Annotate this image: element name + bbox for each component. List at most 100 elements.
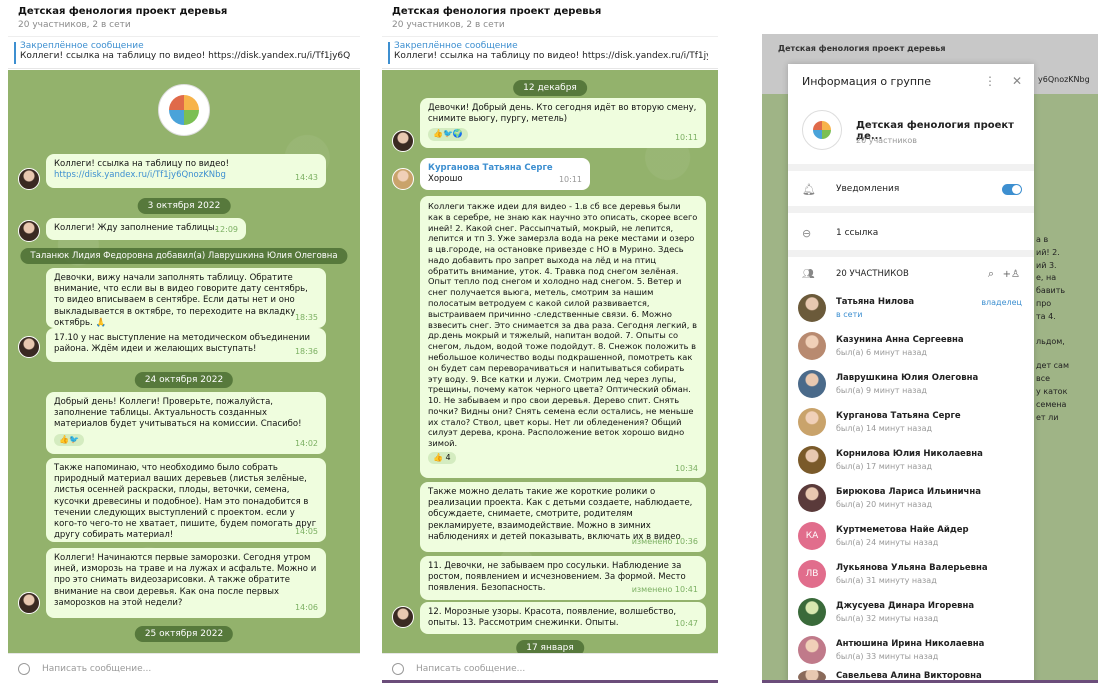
group-avatar[interactable] bbox=[802, 110, 842, 150]
notifications-toggle[interactable] bbox=[1002, 183, 1022, 195]
notifications-row[interactable]: 🔔︎ Уведомления bbox=[788, 176, 1034, 202]
reaction[interactable]: 👍🐦 bbox=[54, 433, 84, 447]
pinned-message[interactable]: Закреплённое сообщение Коллеги! ссылка н… bbox=[8, 37, 360, 69]
group-photo[interactable] bbox=[158, 84, 210, 136]
avatar[interactable] bbox=[18, 336, 40, 358]
bell-icon: 🔔︎ bbox=[802, 182, 816, 196]
reaction[interactable]: 👍🐦🌍 bbox=[428, 128, 468, 141]
member-name: Антюшина Ирина Николаевна bbox=[836, 639, 985, 649]
avatar[interactable] bbox=[18, 592, 40, 614]
member-row[interactable]: Антюшина Ирина Николаевна был(а) 33 мину… bbox=[798, 632, 1026, 670]
date-separator: 17 января bbox=[516, 640, 584, 653]
member-row[interactable]: Бирюкова Лариса Ильинична был(а) 20 мину… bbox=[798, 480, 1026, 518]
message[interactable]: Коллеги! Жду заполнение таблицы. 12:09 bbox=[46, 218, 246, 240]
avatar[interactable] bbox=[392, 168, 414, 190]
chat-header[interactable]: Детская фенология проект деревья 20 учас… bbox=[8, 0, 360, 37]
avatar bbox=[798, 332, 826, 360]
pinned-message[interactable]: Закреплённое сообщение Коллеги! ссылка н… bbox=[382, 37, 718, 69]
avatar[interactable] bbox=[18, 168, 40, 190]
message-time: 14:06 bbox=[294, 603, 318, 613]
avatar[interactable] bbox=[392, 606, 414, 628]
message-link[interactable]: https://disk.yandex.ru/i/Tf1jy6QnozKNbg bbox=[54, 170, 318, 181]
close-icon[interactable]: ✕ bbox=[1012, 74, 1022, 88]
input-placeholder: Написать сообщение... bbox=[42, 663, 152, 674]
member-row[interactable]: Казунина Анна Сергеевна был(а) 6 минут н… bbox=[798, 328, 1026, 366]
sender-name[interactable]: Курганова Татьяна Серге bbox=[428, 163, 582, 174]
links-row[interactable]: ⊖ 1 ссылка bbox=[788, 220, 1034, 246]
member-status: был(а) 20 минут назад bbox=[836, 500, 932, 509]
pinned-text: Коллеги! ссылка на таблицу по видео! htt… bbox=[394, 51, 708, 61]
input-placeholder: Написать сообщение... bbox=[416, 663, 526, 674]
modal-title: Информация о группе bbox=[802, 74, 931, 88]
message[interactable]: Коллеги! Начинаются первые заморозки. Се… bbox=[46, 548, 326, 618]
message-list[interactable]: 12 декабря Девочки! Добрый день. Кто сег… bbox=[382, 70, 718, 653]
message[interactable]: Коллеги! ссылка на таблицу по видео! htt… bbox=[46, 154, 326, 188]
chat-title: Детская фенология проект деревья bbox=[18, 6, 228, 17]
message-input[interactable]: Написать сообщение... bbox=[382, 653, 718, 683]
chat-window-2: Детская фенология проект деревья 20 учас… bbox=[382, 0, 718, 683]
reaction[interactable]: 👍 4 bbox=[428, 451, 456, 465]
dimmed-text: семена bbox=[1036, 399, 1067, 409]
member-row[interactable]: ЛВ Лукьянова Ульяна Валерьевна был(а) 31… bbox=[798, 556, 1026, 594]
member-status: был(а) 9 минут назад bbox=[836, 386, 927, 395]
avatar[interactable] bbox=[18, 220, 40, 242]
member-row[interactable]: Курганова Татьяна Серге был(а) 14 минут … bbox=[798, 404, 1026, 442]
avatar bbox=[798, 446, 826, 474]
message-text: Коллеги! Начинаются первые заморозки. Се… bbox=[54, 553, 317, 608]
add-member-icon[interactable]: +♙ bbox=[1003, 269, 1020, 280]
message[interactable]: 12. Морозные узоры. Красота, появление, … bbox=[420, 602, 706, 634]
member-status: был(а) 6 минут назад bbox=[836, 348, 927, 357]
notifications-label: Уведомления bbox=[836, 184, 900, 194]
avatar bbox=[798, 636, 826, 664]
member-row[interactable]: КА Куртмеметова Найе Айдер был(а) 24 мин… bbox=[798, 518, 1026, 556]
message[interactable]: 11. Девочки, не забываем про сосульки. Н… bbox=[420, 556, 706, 600]
avatar[interactable] bbox=[392, 130, 414, 152]
message-time: 14:02 bbox=[294, 439, 318, 449]
dimmed-side-column: а в ий! 2. ий 3. е, на бавить про та 4. льдом, д… bbox=[1036, 234, 1069, 424]
message-time: 12:09 bbox=[214, 225, 238, 235]
link-icon: ⊖ bbox=[802, 226, 812, 240]
message-text: Девочки! Добрый день. Кто сегодня идёт в… bbox=[428, 103, 697, 125]
message[interactable]: Добрый день! Коллеги! Проверьте, пожалуй… bbox=[46, 392, 326, 454]
message[interactable]: Коллеги также идеи для видео - 1.в сб вс… bbox=[420, 196, 706, 478]
attach-icon[interactable] bbox=[15, 660, 33, 677]
date-separator: 25 октября 2022 bbox=[134, 626, 234, 642]
message-input[interactable]: Написать сообщение... bbox=[8, 653, 360, 683]
member-status: был(а) 32 минуты назад bbox=[836, 614, 939, 623]
member-row[interactable]: Джусуева Динара Игоревна был(а) 32 минут… bbox=[798, 594, 1026, 632]
members-icon: 👥︎ bbox=[802, 268, 815, 280]
message[interactable]: Также можно делать такие же короткие рол… bbox=[420, 482, 706, 552]
message[interactable]: Девочки! Добрый день. Кто сегодня идёт в… bbox=[420, 98, 706, 148]
member-status: был(а) 31 минуту назад bbox=[836, 576, 937, 585]
message[interactable]: Девочки, вижу начали заполнять таблицу. … bbox=[46, 268, 326, 328]
chat-title: Детская фенология проект деревья bbox=[392, 6, 602, 17]
message[interactable]: 17.10 у нас выступление на методическом … bbox=[46, 328, 326, 362]
members-header: 👥︎ 20 УЧАСТНИКОВ ⌕ +♙ bbox=[788, 262, 1034, 286]
member-name: Джусуева Динара Игоревна bbox=[836, 601, 975, 611]
divider bbox=[788, 250, 1034, 257]
pinned-bar bbox=[14, 42, 16, 64]
member-row[interactable]: Лаврушкина Юлия Олеговна был(а) 9 минут … bbox=[798, 366, 1026, 404]
search-icon[interactable]: ⌕ bbox=[988, 267, 994, 281]
message[interactable]: Также напоминаю, что необходимо было соб… bbox=[46, 458, 326, 542]
member-status: в сети bbox=[836, 310, 863, 319]
member-name: Курганова Татьяна Серге bbox=[836, 411, 961, 421]
more-icon[interactable]: ⋮ bbox=[984, 74, 996, 88]
dimmed-text: дет сам bbox=[1036, 361, 1069, 371]
member-row[interactable]: Татьяна Нилова в сети владелец bbox=[798, 290, 1026, 328]
message-text: Также можно делать такие же короткие рол… bbox=[428, 487, 693, 542]
member-row[interactable]: Корнилова Юлия Николаевна был(а) 17 мину… bbox=[798, 442, 1026, 480]
member-name: Корнилова Юлия Николаевна bbox=[836, 449, 983, 459]
dimmed-text: а в bbox=[1036, 235, 1049, 244]
message-time: изменено 10:36 bbox=[631, 537, 698, 547]
attach-icon[interactable] bbox=[389, 660, 407, 677]
chat-header[interactable]: Детская фенология проект деревья 20 учас… bbox=[382, 0, 718, 37]
pinned-title: Закреплённое сообщение bbox=[20, 41, 144, 51]
dimmed-text: ет ли bbox=[1036, 412, 1059, 422]
message-text: Девочки, вижу начали заполнять таблицу. … bbox=[54, 273, 308, 328]
pinned-title: Закреплённое сообщение bbox=[394, 41, 518, 51]
message[interactable]: Курганова Татьяна Серге Хорошо 10:11 bbox=[420, 158, 590, 190]
message-time: 18:35 bbox=[294, 313, 318, 323]
date-separator: 3 октября 2022 bbox=[137, 198, 231, 214]
message-list[interactable]: Коллеги! ссылка на таблицу по видео! htt… bbox=[8, 70, 360, 653]
